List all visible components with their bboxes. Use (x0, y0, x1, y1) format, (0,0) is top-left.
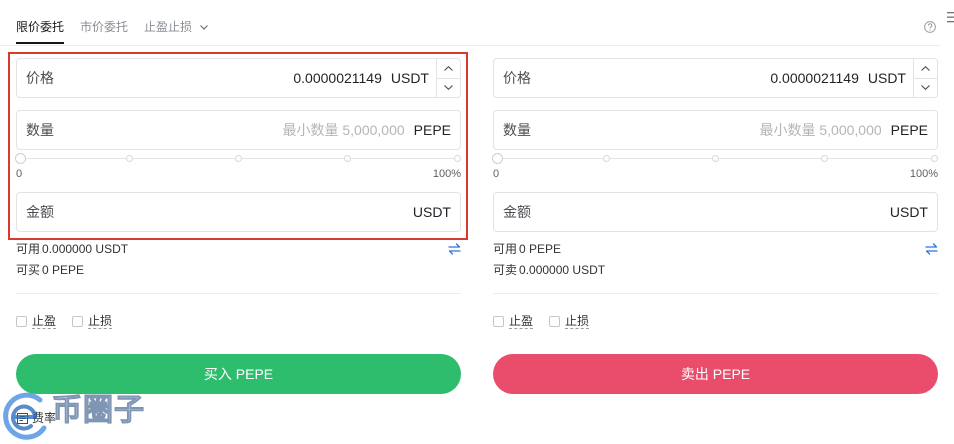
tab-limit-order[interactable]: 限价委托 (16, 19, 64, 35)
slider-max-label: 100% (909, 168, 938, 180)
sell-take-profit-label[interactable]: 止盈 (509, 314, 534, 329)
slider-mark[interactable] (453, 155, 461, 162)
sell-price-unit: USDT (867, 70, 906, 86)
buy-quantity-unit: PEPE (413, 122, 451, 138)
sell-stop-loss-label[interactable]: 止损 (565, 314, 590, 329)
sell-available-balance: 可用 0 PEPE (493, 242, 561, 256)
sell-quantity-label: 数量 (503, 122, 531, 138)
sell-panel: 价格 USDT 数量 PEPE 0 100% 金额 USDT 可用0 PEPE (491, 58, 938, 398)
fee-rate-icon (17, 412, 28, 424)
sell-price-label: 价格 (503, 70, 531, 86)
buy-price-input[interactable] (54, 59, 382, 97)
sell-button[interactable]: 卖出 PEPE (493, 354, 938, 394)
buy-amount-label: 金额 (26, 204, 54, 220)
slider-mark[interactable] (125, 155, 133, 162)
available-label: 可用 (16, 242, 41, 256)
sell-quantity-field: 数量 PEPE (493, 110, 938, 150)
sell-quantity-input[interactable] (531, 111, 882, 149)
buy-price-field: 价格 USDT (16, 58, 461, 98)
menu-icon[interactable] (947, 11, 954, 24)
sell-price-stepper (913, 59, 937, 97)
slider-mark[interactable] (821, 155, 829, 162)
slider-mark[interactable] (602, 155, 610, 162)
max-sell-value: 0.000000 USDT (519, 263, 606, 277)
buy-take-profit-label[interactable]: 止盈 (32, 314, 57, 329)
slider-mark[interactable] (344, 155, 352, 162)
available-label: 可用 (493, 242, 518, 256)
buy-amount-unit: USDT (412, 204, 451, 220)
chevron-down-icon[interactable] (914, 79, 937, 98)
tabs-divider (0, 45, 940, 46)
active-tab-indicator (16, 42, 64, 44)
sell-price-field: 价格 USDT (493, 58, 938, 98)
buy-amount-field: 金额 USDT (16, 192, 461, 232)
buy-available-balance: 可用 0.000000 USDT (16, 242, 128, 256)
buy-quantity-field: 数量 PEPE (16, 110, 461, 150)
slider-min-label: 0 (16, 168, 23, 180)
sell-amount-unit: USDT (889, 204, 928, 220)
swap-icon[interactable] (448, 243, 461, 255)
buy-take-profit-checkbox[interactable] (16, 316, 27, 327)
fee-rate-label: 费率 (32, 411, 57, 425)
slider-min-label: 0 (493, 168, 500, 180)
slider-mark[interactable] (235, 155, 242, 162)
tab-tp-sl-order[interactable]: 止盈止损 (144, 19, 208, 35)
buy-button[interactable]: 买入 PEPE (16, 354, 461, 394)
available-value: 0 PEPE (519, 242, 562, 256)
available-value: 0.000000 USDT (42, 242, 129, 256)
tab-market-order[interactable]: 市价委托 (80, 19, 128, 35)
fee-rate[interactable]: 费率 (17, 411, 56, 425)
buy-price-unit: USDT (390, 70, 429, 86)
chevron-up-icon[interactable] (437, 59, 460, 79)
sell-price-input[interactable] (531, 59, 859, 97)
sell-amount-input[interactable] (531, 193, 881, 231)
chevron-up-icon[interactable] (914, 59, 937, 79)
buy-quantity-input[interactable] (54, 111, 405, 149)
panel-divider (493, 293, 938, 294)
tab-tp-sl-label: 止盈止损 (144, 20, 193, 34)
sell-percent-slider[interactable] (491, 153, 938, 164)
sell-max-amount: 可卖 0.000000 USDT (493, 263, 605, 277)
chevron-down-icon[interactable] (437, 79, 460, 98)
watermark-text: 币圈子 (52, 394, 145, 428)
max-buy-label: 可买 (16, 263, 41, 277)
max-buy-value: 0 PEPE (42, 263, 85, 277)
slider-handle[interactable] (491, 153, 503, 164)
buy-quantity-label: 数量 (26, 122, 54, 138)
slider-mark[interactable] (712, 155, 719, 162)
buy-stop-loss-label[interactable]: 止损 (88, 314, 113, 329)
slider-mark[interactable] (930, 155, 938, 162)
buy-stop-loss-checkbox[interactable] (72, 316, 83, 327)
panel-divider (16, 293, 461, 294)
sell-quantity-unit: PEPE (890, 122, 928, 138)
sell-amount-label: 金额 (503, 204, 531, 220)
buy-percent-slider[interactable] (14, 153, 461, 164)
swap-icon[interactable] (925, 243, 938, 255)
buy-amount-input[interactable] (54, 193, 404, 231)
max-sell-label: 可卖 (493, 263, 518, 277)
buy-price-stepper (436, 59, 460, 97)
buy-panel: 价格 USDT 数量 PEPE 0 100% 金额 USDT 可用0.00000… (14, 58, 461, 398)
chevron-down-icon (200, 24, 208, 30)
sell-take-profit-checkbox[interactable] (493, 316, 504, 327)
sell-amount-field: 金额 USDT (493, 192, 938, 232)
buy-price-label: 价格 (26, 70, 54, 86)
buy-max-amount: 可买 0 PEPE (16, 263, 84, 277)
slider-max-label: 100% (432, 168, 461, 180)
slider-handle[interactable] (14, 153, 26, 164)
sell-stop-loss-checkbox[interactable] (549, 316, 560, 327)
help-circle-icon[interactable] (924, 21, 936, 33)
